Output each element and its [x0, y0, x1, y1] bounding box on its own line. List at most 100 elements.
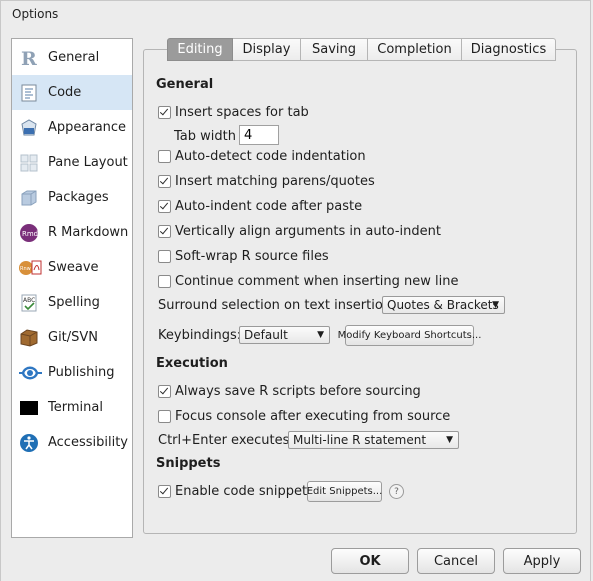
window-titlebar: Options	[0, 0, 591, 28]
soft-wrap-checkbox[interactable]	[158, 249, 171, 263]
auto-detect-checkbox[interactable]	[158, 149, 171, 163]
apply-button[interactable]: Apply	[503, 548, 581, 574]
sidebar-item-label: Publishing	[48, 365, 115, 380]
vertical-align-checkbox[interactable]	[158, 224, 171, 238]
tab-display[interactable]: Display	[233, 38, 301, 61]
sidebar-item-packages[interactable]: Packages	[12, 180, 132, 215]
terminal-icon	[19, 398, 39, 418]
sidebar-item-spelling[interactable]: ABC Spelling	[12, 285, 132, 320]
enable-snippets-option[interactable]: Enable code snippets	[158, 482, 314, 500]
keybindings-label: Keybindings:	[158, 327, 242, 343]
code-document-icon	[19, 83, 39, 103]
always-save-label: Always save R scripts before sourcing	[175, 383, 421, 399]
vertical-align-label: Vertically align arguments in auto-inden…	[175, 223, 441, 239]
sidebar-item-sweave[interactable]: Rnw Sweave	[12, 250, 132, 285]
focus-console-label: Focus console after executing from sourc…	[175, 408, 451, 424]
ctrl-enter-label: Ctrl+Enter executes:	[158, 432, 294, 448]
sidebar-item-r-markdown[interactable]: Rmd R Markdown	[12, 215, 132, 250]
ok-button[interactable]: OK	[331, 548, 409, 574]
surround-select[interactable]: Quotes & Brackets ▼	[382, 296, 505, 314]
sidebar-item-label: R Markdown	[48, 225, 129, 240]
cancel-button[interactable]: Cancel	[417, 548, 495, 574]
options-tabs: Editing Display Saving Completion Diagno…	[167, 38, 556, 61]
pane-layout-icon	[19, 153, 39, 173]
snippets-heading: Snippets	[156, 456, 221, 471]
dropdown-arrow-icon: ▼	[492, 300, 499, 310]
matching-parens-option[interactable]: Insert matching parens/quotes	[158, 172, 375, 190]
keybindings-select[interactable]: Default ▼	[239, 326, 330, 344]
soft-wrap-label: Soft-wrap R source files	[175, 248, 329, 264]
enable-snippets-checkbox[interactable]	[158, 484, 171, 498]
window-title: Options	[12, 7, 59, 21]
svg-text:Rnw: Rnw	[20, 266, 31, 272]
auto-indent-checkbox[interactable]	[158, 199, 171, 213]
always-save-option[interactable]: Always save R scripts before sourcing	[158, 382, 421, 400]
focus-console-option[interactable]: Focus console after executing from sourc…	[158, 407, 450, 425]
sidebar-item-terminal[interactable]: Terminal	[12, 390, 132, 425]
auto-indent-label: Auto-indent code after paste	[175, 198, 363, 214]
sweave-pdf-icon: Rnw	[19, 258, 42, 278]
modify-keyboard-shortcuts-button[interactable]: Modify Keyboard Shortcuts...	[338, 325, 481, 346]
sidebar-item-accessibility[interactable]: Accessibility	[12, 425, 132, 460]
insert-spaces-option[interactable]: Insert spaces for tab	[158, 103, 309, 121]
execution-heading: Execution	[156, 356, 228, 371]
edit-snippets-button[interactable]: Edit Snippets...	[307, 481, 382, 502]
sidebar-item-label: Spelling	[48, 295, 100, 310]
sidebar-item-publishing[interactable]: Publishing	[12, 355, 132, 390]
surround-row: Surround selection on text insertion:	[158, 296, 395, 314]
sidebar-item-label: Appearance	[48, 120, 127, 135]
keybindings-row: Keybindings:	[158, 326, 241, 344]
sidebar-item-general[interactable]: R General	[12, 40, 132, 75]
tab-editing[interactable]: Editing	[167, 38, 233, 61]
focus-console-checkbox[interactable]	[158, 409, 171, 423]
matching-parens-checkbox[interactable]	[158, 174, 171, 188]
dropdown-arrow-icon: ▼	[446, 435, 453, 445]
sidebar-item-pane-layout[interactable]: Pane Layout	[12, 145, 132, 180]
insert-spaces-label: Insert spaces for tab	[175, 104, 309, 120]
abc-check-icon: ABC	[19, 293, 39, 313]
auto-detect-option[interactable]: Auto-detect code indentation	[158, 147, 366, 165]
sidebar-item-label: Packages	[48, 190, 109, 205]
surround-label: Surround selection on text insertion:	[158, 297, 396, 313]
continue-comment-label: Continue comment when inserting new line	[175, 273, 459, 289]
sidebar-item-label: Pane Layout	[48, 155, 128, 170]
tab-width-row: Tab width	[174, 127, 236, 145]
tab-saving[interactable]: Saving	[301, 38, 368, 61]
ctrl-enter-select-value: Multi-line R statement	[293, 433, 427, 447]
soft-wrap-option[interactable]: Soft-wrap R source files	[158, 247, 329, 265]
auto-indent-option[interactable]: Auto-indent code after paste	[158, 197, 362, 215]
matching-parens-label: Insert matching parens/quotes	[175, 173, 375, 189]
sidebar-item-label: Accessibility	[48, 435, 128, 450]
auto-detect-label: Auto-detect code indentation	[175, 148, 366, 164]
paint-bucket-icon	[19, 118, 39, 138]
sidebar-item-git-svn[interactable]: Git/SVN	[12, 320, 132, 355]
tab-completion[interactable]: Completion	[368, 38, 462, 61]
always-save-checkbox[interactable]	[158, 384, 171, 398]
svg-text:R: R	[21, 48, 37, 68]
sidebar-item-label: Terminal	[48, 400, 103, 415]
ctrl-enter-row: Ctrl+Enter executes:	[158, 431, 294, 449]
package-box-icon	[19, 188, 39, 208]
publishing-icon	[19, 363, 42, 383]
insert-spaces-checkbox[interactable]	[158, 105, 171, 119]
sidebar-item-appearance[interactable]: Appearance	[12, 110, 132, 145]
ctrl-enter-select[interactable]: Multi-line R statement ▼	[288, 431, 459, 449]
enable-snippets-label: Enable code snippets	[175, 483, 314, 499]
continue-comment-checkbox[interactable]	[158, 274, 171, 288]
sidebar-item-label: General	[48, 50, 100, 65]
surround-select-value: Quotes & Brackets	[387, 298, 499, 312]
sidebar-item-code[interactable]: Code	[12, 75, 132, 110]
r-logo-icon: R	[19, 48, 39, 70]
svg-text:Rmd: Rmd	[22, 230, 38, 238]
tab-diagnostics[interactable]: Diagnostics	[462, 38, 556, 61]
sidebar-item-label: Sweave	[48, 260, 99, 275]
git-box-icon	[19, 328, 39, 348]
sidebar-item-label: Code	[48, 85, 82, 100]
accessibility-icon	[19, 433, 39, 453]
tab-width-input[interactable]	[239, 125, 279, 145]
continue-comment-option[interactable]: Continue comment when inserting new line	[158, 272, 459, 290]
vertical-align-option[interactable]: Vertically align arguments in auto-inden…	[158, 222, 441, 240]
help-icon[interactable]: ?	[389, 484, 404, 499]
tab-width-label: Tab width	[174, 128, 236, 144]
general-heading: General	[156, 77, 214, 92]
